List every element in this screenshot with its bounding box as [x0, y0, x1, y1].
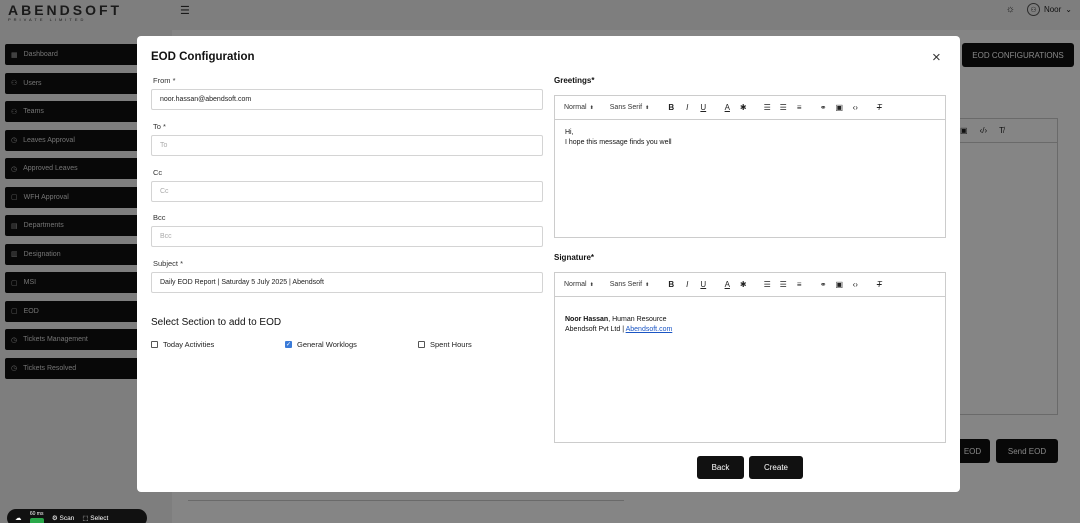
bcc-field[interactable]: Bcc: [151, 226, 543, 247]
checkbox-general-worklogs[interactable]: ✓ General Worklogs: [285, 340, 357, 349]
signature-link[interactable]: Abendsoft.com: [626, 326, 673, 333]
from-label: From *: [153, 76, 176, 85]
checkbox-label: Today Activities: [163, 340, 215, 349]
font-select[interactable]: Sans Serif ⬍: [610, 281, 650, 288]
to-label: To *: [153, 122, 166, 131]
modal-title: EOD Configuration: [151, 51, 255, 63]
format-value: Normal: [564, 104, 587, 111]
create-button[interactable]: Create: [749, 456, 803, 479]
subject-label: Subject *: [153, 259, 184, 268]
format-value: Normal: [564, 281, 587, 288]
checkbox-box-checked[interactable]: ✓: [285, 341, 292, 348]
cc-label: Cc: [153, 168, 163, 177]
latency-bar: [29, 518, 44, 523]
latency-badge: 60 ms: [29, 511, 44, 523]
dev-toolbar: ☁ 60 ms ⚙ Scan ⬚ Select: [7, 509, 147, 523]
signature-line-2: Abendsoft Pvt Ltd | Abendsoft.com: [565, 325, 935, 335]
bold-icon[interactable]: B: [665, 103, 677, 112]
signature-toolbar: Normal ⬍ Sans Serif ⬍ B I U A ✱ ☰ ☰ ≡ ⚭ ▣ …: [555, 273, 945, 297]
checkbox-today-activities[interactable]: Today Activities: [151, 340, 214, 349]
font-select[interactable]: Sans Serif ⬍: [610, 104, 650, 111]
select-arrows-icon: ⬍: [645, 281, 650, 288]
signature-name: Noor Hassan: [565, 316, 609, 323]
text-color-icon[interactable]: A: [721, 103, 733, 112]
bullet-list-icon[interactable]: ☰: [777, 103, 789, 112]
subject-field[interactable]: Daily EOD Report | Saturday 5 July 2025 …: [151, 272, 543, 293]
scan-button[interactable]: ⚙ Scan: [52, 514, 74, 522]
greetings-label: Greetings*: [554, 76, 595, 85]
ordered-list-icon[interactable]: ☰: [761, 103, 773, 112]
bold-icon[interactable]: B: [665, 280, 677, 289]
italic-icon[interactable]: I: [681, 103, 693, 112]
logo-icon: ☁: [15, 515, 22, 522]
select-arrows-icon: ⬍: [589, 281, 594, 288]
close-icon[interactable]: ×: [932, 50, 941, 65]
checkbox-label: General Worklogs: [297, 340, 357, 349]
underline-icon[interactable]: U: [697, 103, 709, 112]
font-value: Sans Serif: [609, 104, 643, 111]
background-color-icon[interactable]: ✱: [737, 103, 749, 112]
ordered-list-icon[interactable]: ☰: [761, 280, 773, 289]
section-title: Select Section to add to EOD: [151, 317, 282, 328]
signature-company: Abendsoft Pvt Ltd |: [565, 326, 626, 333]
signature-content[interactable]: Noor Hassan, Human Resource Abendsoft Pv…: [555, 297, 945, 343]
latency-value: 60 ms: [29, 511, 44, 517]
code-icon[interactable]: ‹›: [849, 280, 861, 289]
clear-format-icon[interactable]: T: [873, 103, 885, 112]
signature-line-1: Noor Hassan, Human Resource: [565, 315, 935, 325]
select-button[interactable]: ⬚ Select: [82, 514, 108, 522]
checkbox-box[interactable]: [418, 341, 425, 348]
bullet-list-icon[interactable]: ☰: [777, 280, 789, 289]
text-color-icon[interactable]: A: [721, 280, 733, 289]
align-icon[interactable]: ≡: [793, 103, 805, 112]
image-icon[interactable]: ▣: [833, 103, 845, 112]
greetings-toolbar: Normal ⬍ Sans Serif ⬍ B I U A ✱ ☰ ☰ ≡ ⚭ ▣ …: [555, 96, 945, 120]
signature-label: Signature*: [554, 253, 595, 262]
format-select[interactable]: Normal ⬍: [564, 104, 594, 111]
cc-field[interactable]: Cc: [151, 181, 543, 202]
clear-format-icon[interactable]: T: [873, 280, 885, 289]
italic-icon[interactable]: I: [681, 280, 693, 289]
code-icon[interactable]: ‹›: [849, 103, 861, 112]
bcc-label: Bcc: [153, 213, 166, 222]
scan-label: Scan: [59, 515, 75, 522]
to-field[interactable]: To: [151, 135, 543, 156]
checkbox-label: Spent Hours: [430, 340, 472, 349]
from-field[interactable]: noor.hassan@abendsoft.com: [151, 89, 543, 110]
greetings-line: I hope this message finds you well: [565, 139, 672, 146]
select-arrows-icon: ⬍: [645, 104, 650, 111]
back-button[interactable]: Back: [697, 456, 744, 479]
image-icon[interactable]: ▣: [833, 280, 845, 289]
signature-role: , Human Resource: [608, 316, 667, 323]
link-icon[interactable]: ⚭: [817, 280, 829, 289]
underline-icon[interactable]: U: [697, 280, 709, 289]
select-arrows-icon: ⬍: [589, 104, 594, 111]
signature-editor: Normal ⬍ Sans Serif ⬍ B I U A ✱ ☰ ☰ ≡ ⚭ ▣ …: [554, 272, 946, 443]
greetings-editor: Normal ⬍ Sans Serif ⬍ B I U A ✱ ☰ ☰ ≡ ⚭ ▣ …: [554, 95, 946, 238]
background-color-icon[interactable]: ✱: [737, 280, 749, 289]
font-value: Sans Serif: [609, 281, 643, 288]
checkbox-box[interactable]: [151, 341, 158, 348]
greetings-line: Hi,: [565, 129, 574, 136]
format-select[interactable]: Normal ⬍: [564, 281, 594, 288]
eod-configuration-modal: EOD Configuration × From * noor.hassan@a…: [137, 36, 960, 492]
select-label: Select: [90, 515, 109, 522]
link-icon[interactable]: ⚭: [817, 103, 829, 112]
checkbox-spent-hours[interactable]: Spent Hours: [418, 340, 472, 349]
align-icon[interactable]: ≡: [793, 280, 805, 289]
greetings-content[interactable]: Hi, I hope this message finds you well: [555, 120, 945, 156]
